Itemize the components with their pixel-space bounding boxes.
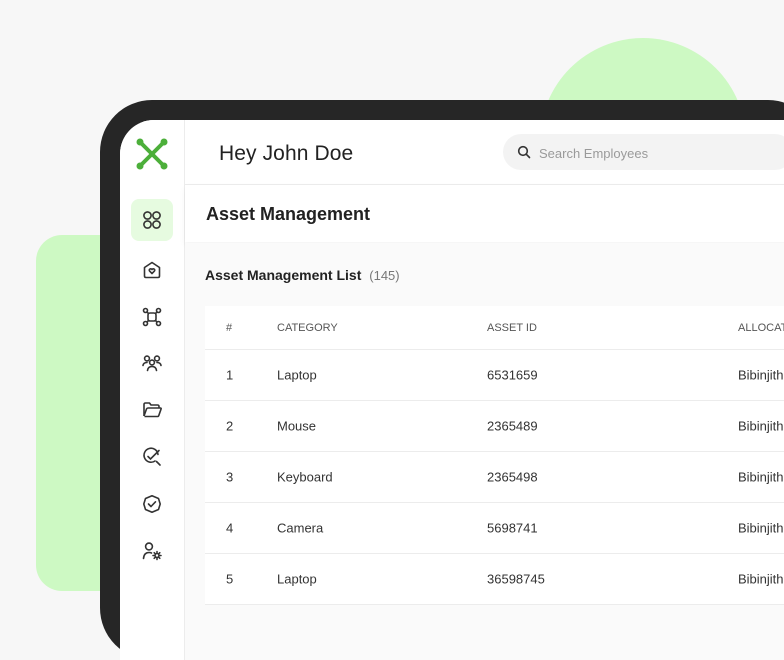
search-check-icon [143, 447, 161, 466]
row-asset-id: 2365498 [487, 469, 538, 485]
greeting: Hey John Doe [219, 142, 354, 165]
list-title-label: Asset Management List [205, 267, 362, 283]
sidebar-item-dashboard[interactable] [131, 199, 173, 241]
users-icon [142, 355, 162, 372]
row-asset-id: 5698741 [487, 520, 538, 536]
row-category: Laptop [277, 571, 317, 587]
column-header-allocated[interactable]: ALLOCAT [738, 322, 784, 334]
row-asset-id: 2365489 [487, 418, 538, 434]
table-row[interactable]: 5 Laptop 36598745 Bibinjith [205, 554, 784, 605]
logo-icon [136, 138, 168, 170]
table-row[interactable]: 1 Laptop 6531659 Bibinjith [205, 350, 784, 401]
sidebar [120, 120, 185, 660]
search-icon [517, 145, 531, 159]
sidebar-item-employees[interactable] [131, 342, 173, 384]
app-screen: Hey John Doe Asset Management Asset Mana… [120, 120, 784, 660]
row-allocated: Bibinjith [738, 520, 784, 536]
row-allocated: Bibinjith [738, 469, 784, 485]
folder-open-icon [143, 402, 162, 418]
row-number: 3 [226, 469, 234, 485]
row-number: 1 [226, 367, 234, 383]
row-number: 4 [226, 520, 234, 536]
user-settings-icon [142, 542, 162, 561]
grid-icon [143, 211, 161, 229]
sidebar-item-home[interactable] [131, 249, 173, 291]
table-header-row: # CATEGORY ASSET ID ALLOCAT [205, 306, 784, 350]
list-title: Asset Management List (145) [205, 267, 400, 283]
row-asset-id: 36598745 [487, 571, 545, 587]
row-number: 2 [226, 418, 234, 434]
list-count: (145) [369, 268, 400, 283]
table-row[interactable]: 3 Keyboard 2365498 Bibinjith [205, 452, 784, 503]
column-header-category[interactable]: CATEGORY [277, 322, 338, 334]
row-asset-id: 6531659 [487, 367, 538, 383]
sidebar-item-network[interactable] [131, 296, 173, 338]
content-area: Asset Management List (145) # CATEGORY A… [185, 243, 784, 660]
row-category: Laptop [277, 367, 317, 383]
network-icon [142, 307, 162, 327]
page-title: Asset Management [206, 204, 371, 224]
table-row[interactable]: 4 Camera 5698741 Bibinjith [205, 503, 784, 554]
row-category: Mouse [277, 418, 317, 434]
search-input[interactable] [537, 134, 781, 172]
search-bar[interactable] [503, 134, 784, 172]
sidebar-item-user-settings[interactable] [131, 530, 173, 572]
column-header-asset-id[interactable]: ASSET ID [487, 322, 537, 334]
row-allocated: Bibinjith [738, 367, 784, 383]
column-header-number[interactable]: # [226, 322, 232, 334]
table-row[interactable]: 2 Mouse 2365489 Bibinjith [205, 401, 784, 452]
row-category: Camera [277, 520, 324, 536]
row-category: Keyboard [277, 469, 333, 485]
row-number: 5 [226, 571, 234, 587]
row-allocated: Bibinjith [738, 571, 784, 587]
asset-table: # CATEGORY ASSET ID ALLOCAT 1 Laptop 653… [205, 306, 784, 605]
top-bar: Hey John Doe [185, 120, 784, 185]
sidebar-item-approvals[interactable] [131, 483, 173, 525]
sidebar-item-review[interactable] [131, 436, 173, 478]
page-header: Asset Management [185, 185, 784, 242]
home-heart-icon [143, 261, 161, 279]
row-allocated: Bibinjith [738, 418, 784, 434]
sidebar-item-files[interactable] [131, 389, 173, 431]
badge-check-icon [143, 495, 161, 513]
